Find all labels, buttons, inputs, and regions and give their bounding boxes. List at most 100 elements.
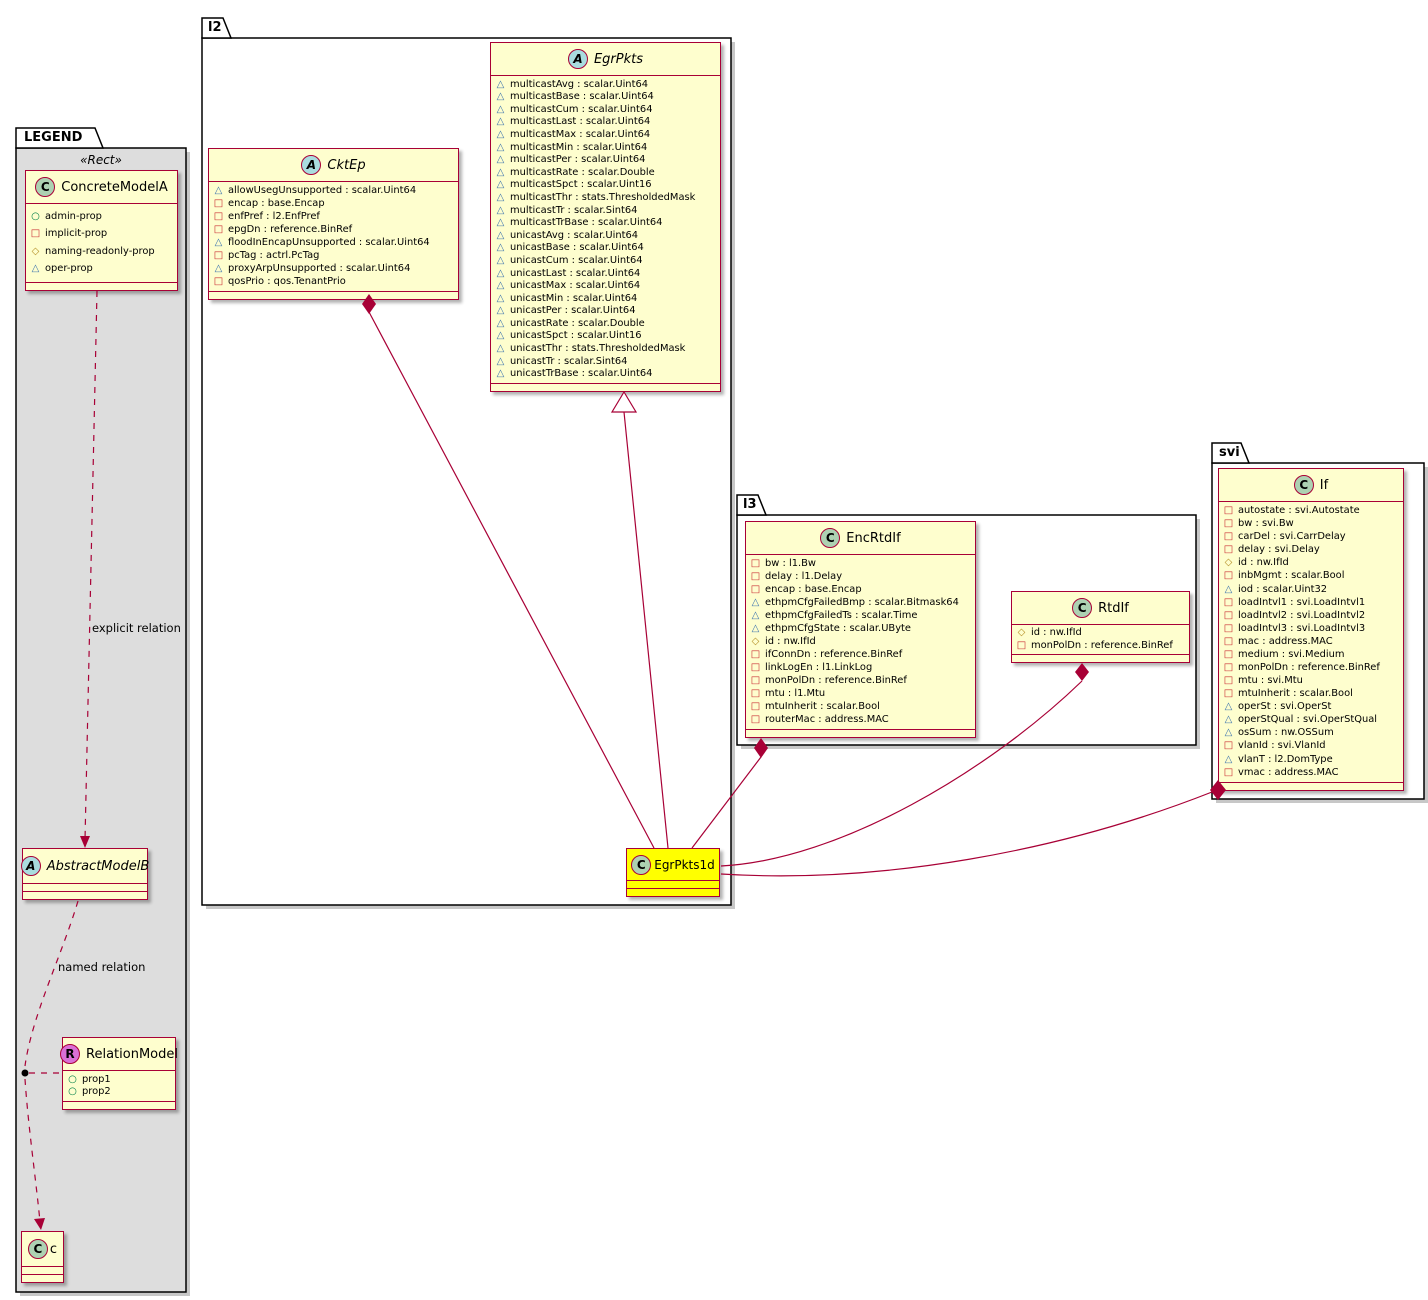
visibility-icon: [495, 193, 506, 203]
attribute-text: unicastTr : scalar.Sint64: [510, 355, 628, 367]
attribute-text: operStQual : svi.OperStQual: [1238, 714, 1378, 726]
visibility-icon: [495, 281, 506, 291]
attribute-text: multicastMax : scalar.Uint64: [510, 128, 651, 140]
visibility-icon: [495, 319, 506, 329]
visibility-icon: [750, 559, 761, 569]
attribute-text: bw : l1.Bw: [765, 558, 816, 569]
attribute-text: unicastMin : scalar.Uint64: [510, 292, 638, 304]
visibility-icon: [1223, 650, 1234, 660]
class-title: A AbstractModelB: [20, 849, 149, 883]
attribute-text: multicastThr : stats.ThresholdedMask: [510, 191, 696, 203]
class-encrtdif: C EncRtdIf bw : l1.Bw delay : l1.Delay enc…: [745, 521, 976, 738]
legend-package-body: [15, 147, 187, 1293]
attribute-row: unicastCum : scalar.Uint64: [495, 255, 716, 267]
attribute-row: loadIntvl3 : svi.LoadIntvl3: [1223, 623, 1399, 635]
attribute-row: multicastThr : stats.ThresholdedMask: [495, 192, 716, 204]
abstract-spot-icon: A: [567, 49, 588, 69]
class-title: C ConcreteModelA: [26, 171, 177, 204]
attributes-section: autostate : svi.Autostatebw : svi.BwcarD…: [1219, 502, 1403, 782]
attribute-row: multicastAvg : scalar.Uint64: [495, 79, 716, 91]
l2-package-label: l2: [208, 20, 222, 35]
attribute-text: mtuInherit : scalar.Bool: [765, 701, 880, 712]
visibility-icon: [213, 212, 224, 222]
visibility-icon: [495, 80, 506, 90]
attribute-row: prop1: [67, 1074, 171, 1086]
attribute-row: carDel : svi.CarrDelay: [1223, 531, 1399, 543]
attribute-row: prop2: [67, 1086, 171, 1098]
attribute-row: bw : svi.Bw: [1223, 518, 1399, 530]
class-title: A EgrPkts: [491, 43, 720, 76]
attribute-text: multicastPer : scalar.Uint64: [510, 154, 646, 166]
attribute-row: multicastSpct : scalar.Uint16: [495, 179, 716, 191]
visibility-icon: [750, 585, 761, 595]
attribute-row: naming-readonly-prop: [30, 246, 173, 258]
visibility-icon: [495, 143, 506, 153]
class-title: A CktEp: [209, 149, 458, 182]
attribute-row: loadIntvl1 : svi.LoadIntvl1: [1223, 597, 1399, 609]
visibility-icon: [213, 264, 224, 274]
attribute-text: monPolDn : reference.BinRef: [765, 675, 907, 686]
attribute-text: unicastTrBase : scalar.Uint64: [510, 368, 653, 380]
attribute-row: multicastTr : scalar.Sint64: [495, 205, 716, 217]
attribute-row: unicastThr : stats.ThresholdedMask: [495, 343, 716, 355]
visibility-icon: [750, 702, 761, 712]
attribute-text: epgDn : reference.BinRef: [228, 224, 353, 235]
visibility-icon: [495, 269, 506, 279]
attribute-row: mtu : svi.Mtu: [1223, 675, 1399, 687]
attributes-section: multicastAvg : scalar.Uint64multicastBas…: [491, 76, 720, 383]
visibility-icon: [1223, 702, 1234, 712]
attribute-text: multicastAvg : scalar.Uint64: [510, 78, 649, 90]
visibility-icon: [1223, 611, 1234, 621]
visibility-icon: [213, 186, 224, 196]
class-name: EgrPkts1d: [654, 857, 715, 872]
visibility-icon: [750, 715, 761, 725]
attribute-text: id : nw.IfId: [1238, 557, 1289, 569]
attribute-row: mac : address.MAC: [1223, 636, 1399, 648]
attribute-row: unicastBase : scalar.Uint64: [495, 242, 716, 254]
attributes-section: [22, 1266, 63, 1274]
class-title: R RelationModel: [60, 1038, 178, 1071]
attribute-text: unicastLast : scalar.Uint64: [510, 267, 641, 279]
visibility-icon: [1223, 624, 1234, 634]
visibility-icon: [213, 199, 224, 209]
visibility-icon: [1223, 506, 1234, 516]
svi-if-egrpkts1d-line: [720, 791, 1213, 877]
l3-package-label: l3: [743, 497, 757, 512]
class-name: RelationModel: [86, 1046, 178, 1062]
attribute-row: ethpmCfgState : scalar.UByte: [750, 623, 971, 635]
attribute-text: pcTag : actrl.PcTag: [228, 250, 320, 261]
visibility-icon: [1223, 676, 1234, 686]
named-relation-arrowhead: [34, 1218, 45, 1230]
attribute-row: multicastRate : scalar.Double: [495, 167, 716, 179]
visibility-icon: [495, 331, 506, 341]
class-title: C RtdIf: [1012, 592, 1189, 625]
abstract-spot-icon: A: [20, 856, 41, 876]
attribute-text: vlanId : svi.VlanId: [1238, 740, 1326, 752]
visibility-icon: [495, 344, 506, 354]
attribute-text: unicastPer : scalar.Uint64: [510, 305, 636, 317]
attributes-section: id : nw.IfIdmonPolDn : reference.BinRef: [1012, 625, 1189, 654]
attribute-row: linkLogEn : l1.LinkLog: [750, 662, 971, 674]
attribute-text: mtuInherit : scalar.Bool: [1238, 688, 1353, 700]
attribute-text: id : nw.IfId: [1031, 627, 1082, 639]
attribute-row: multicastCum : scalar.Uint64: [495, 104, 716, 116]
methods-section: [26, 282, 177, 290]
attribute-row: multicastLast : scalar.Uint64: [495, 116, 716, 128]
attribute-text: inbMgmt : scalar.Bool: [1238, 570, 1345, 582]
visibility-icon: [495, 130, 506, 140]
attribute-text: unicastSpct : scalar.Uint16: [510, 330, 642, 342]
class-spot-icon: C: [820, 528, 841, 548]
attribute-row: medium : svi.Medium: [1223, 649, 1399, 661]
attribute-row: encap : base.Encap: [213, 198, 454, 210]
methods-section: [63, 1101, 175, 1109]
visibility-icon: [1016, 641, 1027, 651]
explicit-relation-label: explicit relation: [92, 621, 181, 635]
svi-package-label: svi: [1219, 445, 1240, 460]
attribute-row: ethpmCfgFailedBmp : scalar.Bitmask64: [750, 597, 971, 609]
attribute-row: loadIntvl2 : svi.LoadIntvl2: [1223, 610, 1399, 622]
class-title: C If: [1219, 469, 1403, 502]
attribute-row: multicastMax : scalar.Uint64: [495, 129, 716, 141]
attribute-row: mtuInherit : scalar.Bool: [750, 701, 971, 713]
class-name: EgrPkts: [593, 51, 644, 67]
attribute-row: vmac : address.MAC: [1223, 767, 1399, 779]
